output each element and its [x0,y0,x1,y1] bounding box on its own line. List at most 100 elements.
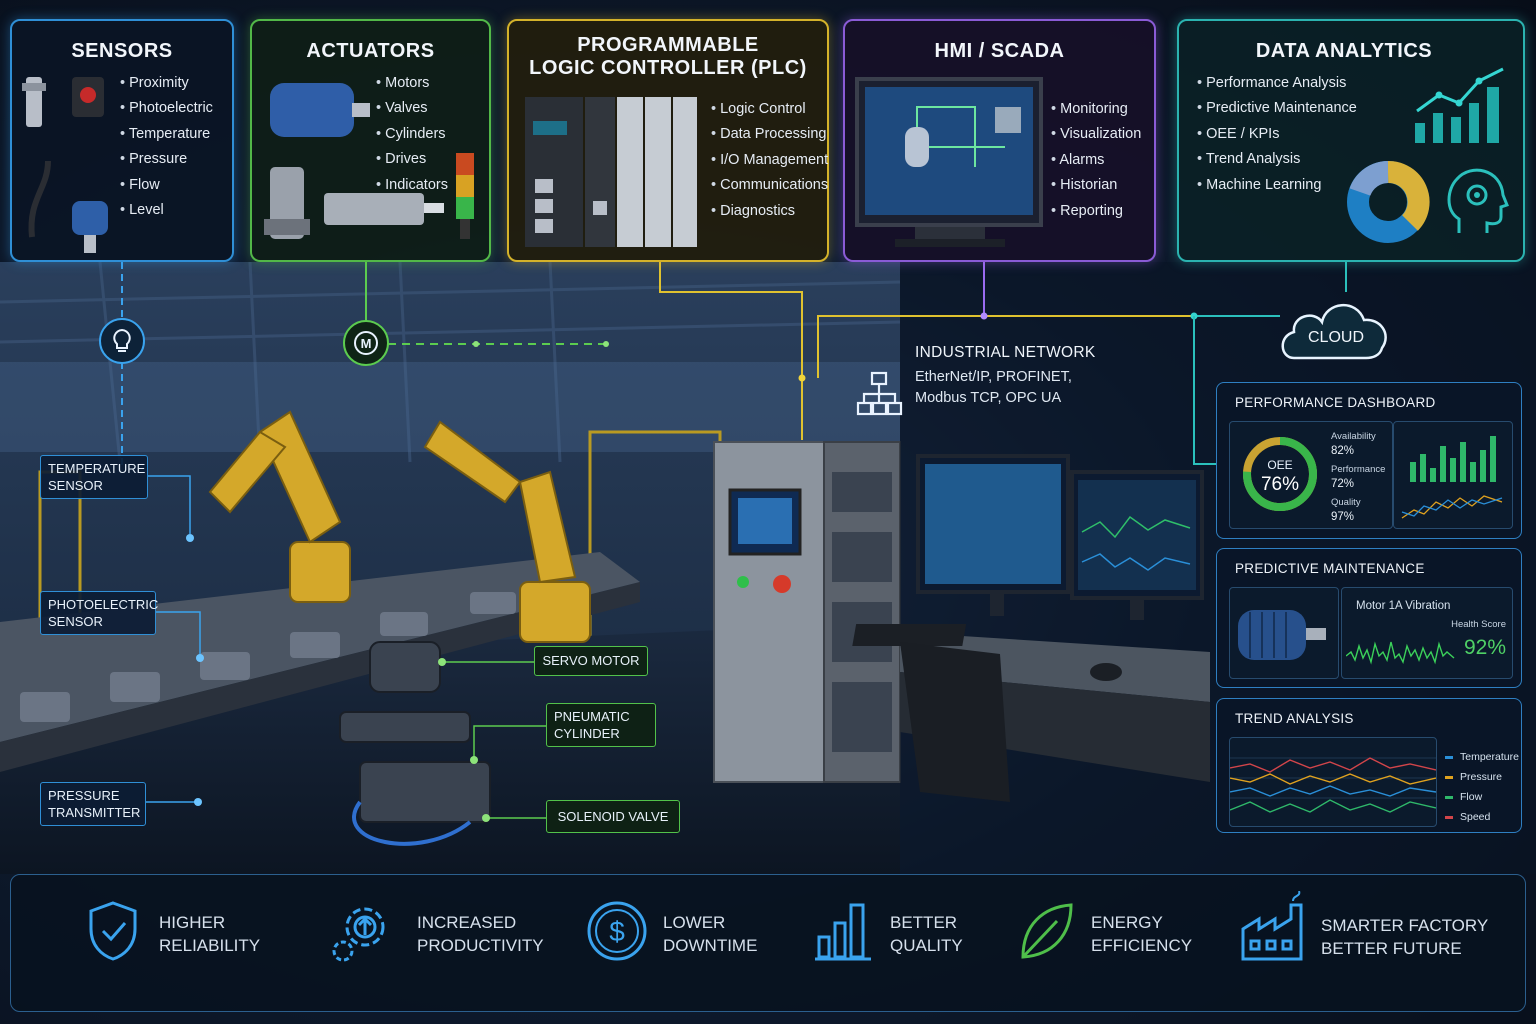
benefit-reliability: HIGHER RELIABILITY [83,875,283,1013]
leaf-icon [1021,903,1073,959]
network-protocols-line1: EtherNet/IP, PROFINET, [915,369,1072,385]
metric-value: 82% [1331,445,1355,457]
hmi-item: Reporting [1051,199,1141,224]
plc-title: PROGRAMMABLE LOGIC CONTROLLER (PLC) [509,34,827,80]
legend-item: Flow [1445,787,1519,807]
plc-item: Data Processing [711,122,828,147]
network-title: INDUSTRIAL NETWORK [915,344,1096,361]
actuators-list: Motors Valves Cylinders Drives Indicator… [376,71,448,198]
oee-label: OEE [1267,458,1292,472]
shield-check-icon [89,901,137,961]
hmi-list: Monitoring Visualization Alarms Historia… [1051,97,1141,224]
legend-label: Flow [1460,791,1483,803]
analytics-item: Performance Analysis [1197,71,1357,96]
network-topology-icon [856,371,903,416]
trend-series-speed [1229,757,1437,773]
actuator-item: Valves [376,96,448,121]
actuator-item: Drives [376,147,448,172]
servo-motor-callout: SERVO MOTOR [534,646,648,676]
actuators-title: ACTUATORS [306,40,435,62]
metric-label: Performance [1331,464,1386,475]
benefit-label: ENERGY EFFICIENCY [1091,913,1193,955]
sensor-item: Proximity [120,71,213,96]
oee-card: OEE 76% Availability 82% Performance 72%… [1229,421,1393,529]
motor-image [1238,610,1326,660]
plc-panel: PROGRAMMABLE LOGIC CONTROLLER (PLC) Logi… [507,19,829,262]
actuator-item: Indicators [376,173,448,198]
svg-text:$: $ [609,916,625,947]
motor-image-card [1229,587,1339,679]
vibration-chart-card: Motor 1A Vibration Health Score 92% [1341,587,1513,679]
pneumatic-cylinder-callout: PNEUMATIC CYLINDER [546,703,656,747]
legend-item: Pressure [1445,767,1519,787]
dollar-coin-icon: $ [587,901,647,961]
plc-item: Diagnostics [711,199,828,224]
legend-label: Pressure [1460,771,1503,783]
vibration-waveform [1346,641,1455,665]
legend-item: Temperature [1445,747,1519,767]
sensor-item: Pressure [120,147,213,172]
network-protocols-line2: Modbus TCP, OPC UA [915,390,1062,406]
performance-dashboard-title: PERFORMANCE DASHBOARD [1235,395,1436,410]
oee-gauge: OEE 76% [1243,437,1317,511]
mini-bar-line-chart [1401,436,1503,519]
temperature-sensor-callout: TEMPERATURE SENSOR [40,455,148,499]
plc-title-line2: LOGIC CONTROLLER (PLC) [529,57,807,79]
oee-metrics: Availability 82% Performance 72% Quality… [1331,430,1385,524]
performance-dashboard-panel: PERFORMANCE DASHBOARD OEE 76% Availabili… [1216,382,1522,539]
solenoid-valve-callout: SOLENOID VALVE [546,800,680,833]
photoelectric-sensor-callout: PHOTOELECTRIC SENSOR [40,591,158,635]
health-score-value: 92% [1463,636,1506,659]
sensor-item: Flow [120,173,213,198]
metric-value: 97% [1331,511,1355,523]
sensor-item: Photoelectric [120,96,213,121]
donut-chart-icon [1347,161,1430,243]
predictive-maintenance-panel: PREDICTIVE MAINTENANCE Motor 1A Vibratio… [1216,548,1522,688]
data-analytics-panel: DATA ANALYTICS Performance Analysis Pred… [1177,19,1525,262]
hmi-scada-panel: HMI / SCADA Monitoring Visualization Ala… [843,19,1156,262]
oee-value: 76% [1261,474,1299,495]
benefits-bar: HIGHER RELIABILITY INCREASED PRODUCTIVIT… [10,874,1526,1012]
cloud-icon [1281,303,1387,360]
analytics-item: Machine Learning [1197,173,1357,198]
benefit-productivity: INCREASED PRODUCTIVITY [329,875,559,1013]
svg-text:M: M [361,336,372,351]
plc-item: Logic Control [711,97,828,122]
plc-title-line1: PROGRAMMABLE [577,34,759,56]
motor-node-icon: M [343,320,389,366]
analytics-item: Trend Analysis [1197,147,1357,172]
actuator-item: Cylinders [376,122,448,147]
health-score-label: Health Score [1451,619,1506,630]
growth-chart-icon [1415,67,1504,143]
plc-item: Communications [711,173,828,198]
hmi-item: Historian [1051,173,1141,198]
lightbulb-node-icon [99,318,145,364]
benefit-label: SMARTER FACTORY BETTER FUTURE [1321,916,1489,958]
trend-analysis-title: TREND ANALYSIS [1235,711,1354,726]
metric-label: Availability [1331,431,1376,442]
cloud-label: CLOUD [1307,329,1364,346]
legend-label: Speed [1460,811,1491,823]
legend-item: Speed [1445,807,1519,827]
legend-label: Temperature [1460,751,1519,763]
actuator-item: Motors [376,71,448,96]
sensors-title: SENSORS [71,40,173,62]
sensors-panel: SENSORS Proximity Photoelectric Temperat… [10,19,234,262]
gear-arrow-icon [332,907,385,962]
benefit-label: BETTER QUALITY [890,913,963,955]
benefit-quality: BETTER QUALITY [815,875,995,1013]
vibration-chart-label: Motor 1A Vibration [1356,600,1451,612]
benefit-energy: ENERGY EFFICIENCY [1017,875,1217,1013]
metric-value: 72% [1331,478,1355,490]
hmi-monitor-image [855,77,1043,247]
factory-icon [1241,891,1303,961]
trend-lines-chart [1229,757,1437,813]
actuators-panel: ACTUATORS Motors Valves Cylinders Drives… [250,19,491,262]
ai-head-icon [1447,168,1509,233]
benefit-label: HIGHER RELIABILITY [159,913,261,955]
sensors-list: Proximity Photoelectric Temperature Pres… [120,71,213,223]
benefit-label: INCREASED PRODUCTIVITY [417,913,544,955]
sensor-item: Temperature [120,122,213,147]
production-bars-card [1393,421,1513,529]
trend-series-temperature [1229,785,1437,797]
